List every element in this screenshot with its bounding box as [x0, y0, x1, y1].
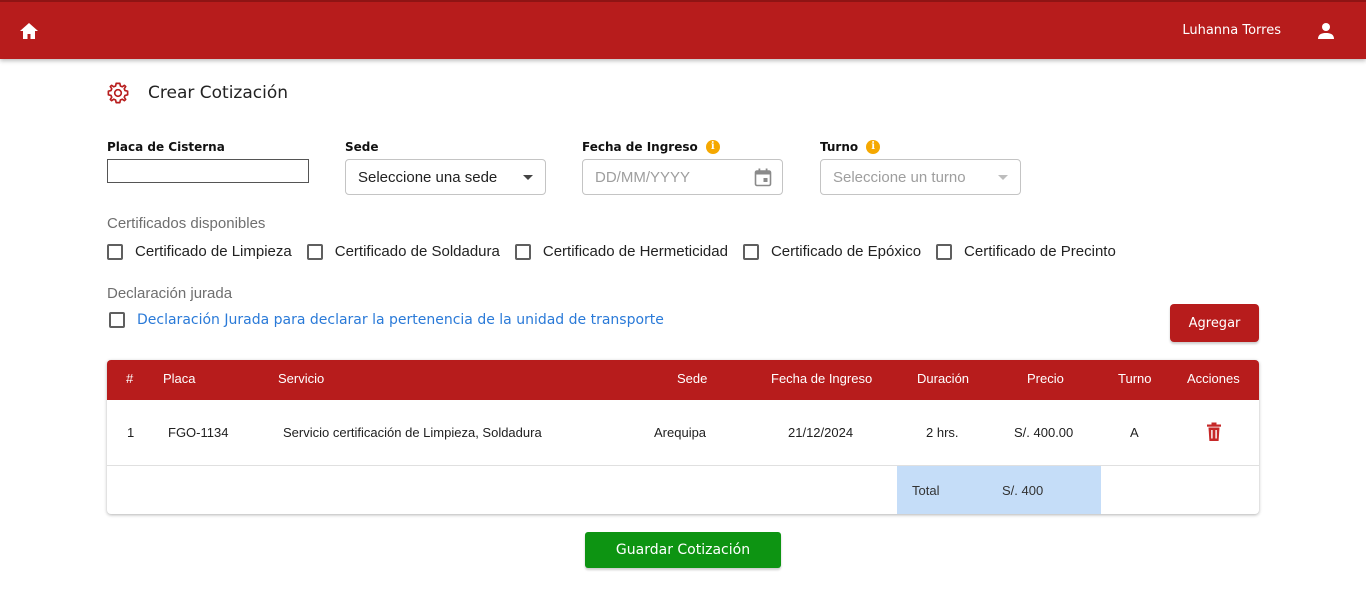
col-header: Duración: [917, 371, 970, 386]
total-value: S/. 400: [1002, 483, 1044, 498]
col-header: Turno: [1118, 371, 1152, 386]
checkbox-label[interactable]: Certificado de Limpieza: [135, 243, 292, 260]
col-header: Placa: [163, 371, 196, 386]
page-title-row: Crear Cotización: [107, 80, 288, 106]
info-icon[interactable]: i: [705, 140, 720, 154]
placa-label: Placa de Cisterna: [107, 140, 225, 154]
cell-precio: S/. 400.00: [1014, 425, 1074, 440]
certificados-list: Certificado de Limpieza Certificado de S…: [107, 243, 1131, 260]
cell-servicio: Servicio certificación de Limpieza, Sold…: [283, 425, 542, 440]
checkbox-soldadura[interactable]: [306, 243, 323, 260]
cell-fecha: 21/12/2024: [788, 425, 854, 440]
app-header: Luhanna Torres: [0, 0, 1366, 59]
sede-select[interactable]: Seleccione una sede: [345, 159, 546, 195]
placa-input[interactable]: [107, 159, 309, 183]
cotizacion-table: # Placa Servicio Sede Fecha de Ingreso D…: [107, 360, 1259, 514]
cell-sede: Arequipa: [654, 425, 707, 440]
fecha-placeholder: DD/MM/YYYY: [595, 168, 691, 186]
checkbox-precinto[interactable]: [936, 243, 953, 260]
turno-label: Turno i: [820, 140, 881, 154]
table-row: 1 FGO-1134 Servicio certificación de Lim…: [107, 400, 1259, 466]
agregar-button[interactable]: Agregar: [1170, 304, 1259, 342]
person-icon[interactable]: [1316, 21, 1336, 41]
sede-label: Sede: [345, 140, 379, 154]
total-row: Total S/. 400: [107, 466, 1259, 514]
cell-duracion: 2 hrs.: [926, 425, 959, 440]
cell-index: 1: [127, 425, 135, 440]
chevron-down-icon: [998, 175, 1008, 180]
col-header: Precio: [1027, 371, 1064, 386]
user-name: Luhanna Torres: [1182, 23, 1281, 38]
checkbox-limpieza[interactable]: [107, 243, 123, 260]
declaracion-link[interactable]: Declaración Jurada para declarar la pert…: [137, 312, 664, 328]
checkbox-epoxico[interactable]: [742, 243, 759, 260]
gear-icon: [107, 82, 129, 104]
page-title: Crear Cotización: [148, 83, 289, 103]
col-header: Servicio: [278, 371, 325, 386]
checkbox-declaracion[interactable]: [109, 312, 125, 328]
declaracion-label: Declaración jurada: [107, 285, 233, 302]
certificados-label: Certificados disponibles: [107, 215, 266, 232]
col-header: #: [126, 371, 134, 386]
table-header: # Placa Servicio Sede Fecha de Ingreso D…: [107, 360, 1259, 400]
turno-select-value: Seleccione un turno: [833, 168, 966, 186]
chevron-down-icon: [523, 175, 533, 180]
col-header: Fecha de Ingreso: [771, 371, 873, 386]
total-cell: Total S/. 400: [897, 466, 1101, 514]
calendar-icon[interactable]: [754, 168, 772, 187]
sede-select-value: Seleccione una sede: [358, 168, 498, 186]
col-header: Sede: [677, 371, 708, 386]
checkbox-label[interactable]: Certificado de Precinto: [964, 243, 1116, 260]
turno-select[interactable]: Seleccione un turno: [820, 159, 1021, 195]
cell-placa: FGO-1134: [168, 425, 229, 440]
fecha-input[interactable]: DD/MM/YYYY: [582, 159, 783, 195]
cell-turno: A: [1130, 425, 1139, 440]
checkbox-label[interactable]: Certificado de Epóxico: [771, 243, 921, 260]
fecha-label: Fecha de Ingreso i: [582, 140, 720, 154]
trash-icon[interactable]: [1206, 422, 1222, 442]
checkbox-label[interactable]: Certificado de Hermeticidad: [543, 243, 728, 260]
home-icon[interactable]: [17, 20, 41, 42]
checkbox-label[interactable]: Certificado de Soldadura: [335, 243, 500, 260]
total-label: Total: [912, 483, 940, 498]
info-icon[interactable]: i: [866, 140, 881, 154]
declaracion-row: Declaración Jurada para declarar la pert…: [109, 312, 664, 328]
checkbox-hermeticidad[interactable]: [514, 243, 531, 260]
col-header: Acciones: [1187, 371, 1240, 386]
guardar-cotizacion-button[interactable]: Guardar Cotización: [585, 532, 781, 568]
